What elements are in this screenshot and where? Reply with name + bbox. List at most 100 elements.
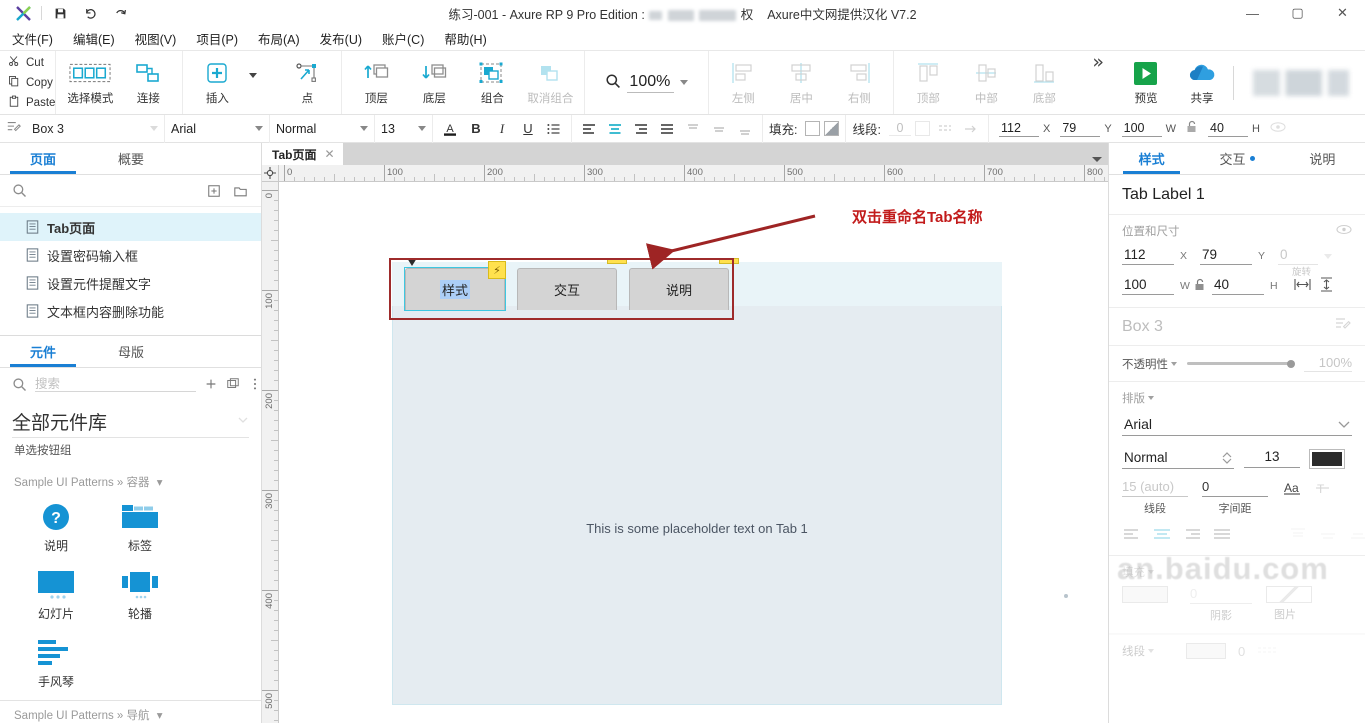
library-stack-icon[interactable] — [226, 375, 240, 393]
widget-name-value[interactable]: Box 3 — [26, 122, 146, 136]
line-label-wrap[interactable]: 线段 — [1122, 643, 1154, 659]
style-name-row[interactable]: Box 3 — [1109, 308, 1365, 346]
opacity-label-wrap[interactable]: 不透明性 — [1122, 356, 1177, 372]
page-item-password[interactable]: 设置密码输入框 — [0, 241, 261, 269]
add-page-icon[interactable] — [205, 182, 223, 200]
toolbar-insert[interactable]: 插入 — [189, 54, 245, 112]
align-justify-icon[interactable] — [1212, 526, 1232, 545]
font-family-select[interactable]: Arial — [165, 115, 270, 143]
line-width-value[interactable]: 0 — [1238, 644, 1245, 659]
horizontal-ruler[interactable]: 0100200300400500600700800 — [279, 165, 1108, 181]
h-field[interactable]: 40 H — [1212, 277, 1290, 295]
menu-item-view[interactable]: 视图(V) — [135, 29, 177, 48]
align-left-icon[interactable] — [578, 118, 600, 140]
toolbar-send-to-back[interactable]: 底层 — [406, 54, 462, 112]
fill-header[interactable]: 填充 — [1122, 564, 1352, 580]
eye-icon[interactable] — [1270, 121, 1286, 136]
italic-button[interactable]: I — [491, 118, 513, 140]
fill-color-swatch[interactable] — [805, 121, 820, 136]
fill-gradient-swatch[interactable] — [824, 121, 839, 136]
shadow-field[interactable]: 0 阴影 — [1190, 586, 1252, 623]
widget-item-slideshow[interactable]: 幻灯片 — [14, 564, 98, 632]
close-button[interactable]: ✕ — [1320, 0, 1365, 27]
menu-item-help[interactable]: 帮助(H) — [444, 29, 486, 48]
design-canvas[interactable]: This is some placeholder text on Tab 1 样… — [279, 182, 1108, 723]
x-value[interactable]: 112 — [999, 121, 1039, 137]
valign-middle-icon[interactable] — [1318, 526, 1338, 545]
tab-content-panel[interactable] — [392, 262, 1002, 705]
redo-icon[interactable] — [105, 0, 135, 26]
valign-top-icon[interactable] — [1288, 526, 1308, 545]
maximize-button[interactable]: ▢ — [1275, 0, 1320, 27]
menu-item-edit[interactable]: 编辑(E) — [73, 29, 115, 48]
y-field[interactable]: 79 Y — [1060, 121, 1111, 137]
list-icon[interactable] — [543, 118, 565, 140]
chevron-down-icon[interactable] — [150, 126, 158, 131]
bold-button[interactable]: B — [465, 118, 487, 140]
lock-open-icon[interactable] — [1186, 120, 1198, 137]
widget-item-tabs[interactable]: 标签 — [98, 496, 182, 564]
text-case-icon[interactable]: Aa — [1282, 480, 1304, 501]
font-weight-select[interactable]: Normal — [1122, 448, 1234, 469]
x-value[interactable]: 112 — [1122, 247, 1174, 265]
menu-item-file[interactable]: 文件(F) — [12, 29, 53, 48]
page-item-clear-text[interactable]: 文本框内容删除功能 — [0, 297, 261, 325]
widget-item-accordion[interactable]: 手风琴 — [14, 632, 98, 700]
undo-icon[interactable] — [75, 0, 105, 26]
all-libraries-header[interactable]: 全部元件库 — [12, 408, 249, 438]
ruler-origin-icon[interactable] — [262, 165, 279, 181]
y-value[interactable]: 79 — [1060, 121, 1100, 137]
widget-group-header-container[interactable]: Sample UI Patterns » 容器 ▾ — [0, 466, 261, 494]
align-right-icon[interactable] — [630, 118, 652, 140]
menu-item-publish[interactable]: 发布(U) — [320, 29, 362, 48]
fill-color-swatch[interactable] — [1122, 586, 1168, 603]
line-width-value[interactable]: 0 — [889, 121, 911, 136]
y-field[interactable]: 79 Y — [1200, 247, 1278, 265]
document-tab-overflow-icon[interactable] — [1092, 157, 1102, 162]
pages-search-input[interactable] — [35, 184, 197, 198]
w-value[interactable]: 100 — [1122, 277, 1174, 295]
library-search-input[interactable] — [35, 377, 196, 392]
letter-spacing-field[interactable]: 0 字间距 — [1202, 479, 1268, 516]
chevron-expand-icon[interactable] — [237, 414, 249, 429]
x-field[interactable]: 112 X — [999, 121, 1050, 137]
line-color-swatch[interactable] — [1186, 643, 1226, 659]
toolbar-preview[interactable]: 预览 — [1118, 54, 1174, 112]
widget-name-field[interactable]: Box 3 — [0, 115, 165, 143]
page-item-hint-text[interactable]: 设置元件提醒文字 — [0, 269, 261, 297]
opacity-value[interactable]: 100% — [1304, 355, 1352, 372]
widget-item-carousel[interactable]: 轮播 — [98, 564, 182, 632]
typography-header[interactable]: 排版 — [1122, 390, 1352, 406]
cut-button[interactable]: Cut — [8, 53, 55, 72]
toolbar-selection-mode[interactable]: 选择模式 — [62, 54, 118, 112]
chevron-down-icon[interactable] — [680, 80, 688, 85]
tab-masters[interactable]: 母版 — [86, 336, 176, 367]
opacity-slider[interactable] — [1187, 362, 1294, 365]
y-value[interactable]: 79 — [1200, 247, 1252, 265]
tab-widgets[interactable]: 元件 — [0, 336, 86, 367]
widget-item-annotation[interactable]: ? 说明 — [14, 496, 98, 564]
text-decoration-icon[interactable]: T — [1314, 480, 1332, 501]
add-folder-icon[interactable] — [231, 182, 249, 200]
image-field[interactable]: 图片 — [1266, 586, 1328, 623]
w-value[interactable]: 100 — [1122, 121, 1162, 137]
font-size-select[interactable]: 13 — [375, 115, 433, 143]
paste-button[interactable]: Paste — [8, 93, 55, 112]
tab-interaction[interactable]: 交互 — [1194, 143, 1279, 174]
minimize-button[interactable]: — — [1230, 0, 1275, 27]
fit-height-icon[interactable] — [1319, 277, 1334, 295]
insert-dropdown-caret[interactable] — [249, 73, 257, 78]
widget-group-header-nav[interactable]: Sample UI Patterns » 导航 ▾ — [0, 700, 261, 723]
font-size-input[interactable]: 13 — [1244, 449, 1300, 468]
font-color-swatch[interactable] — [1310, 450, 1344, 468]
underline-button[interactable]: U — [517, 118, 539, 140]
text-color-icon[interactable]: A — [439, 118, 461, 140]
x-field[interactable]: 112 X — [1122, 247, 1200, 265]
document-tab[interactable]: Tab页面 ✕ — [262, 143, 343, 165]
menu-item-layout[interactable]: 布局(A) — [258, 29, 300, 48]
toolbar-overflow-button[interactable]: » — [1078, 51, 1118, 114]
fill-swatch-field[interactable] — [1122, 586, 1176, 623]
h-field[interactable]: 40 H — [1208, 121, 1260, 137]
zoom-value[interactable]: 100% — [627, 73, 674, 93]
valign-bottom-icon[interactable] — [1348, 526, 1365, 545]
